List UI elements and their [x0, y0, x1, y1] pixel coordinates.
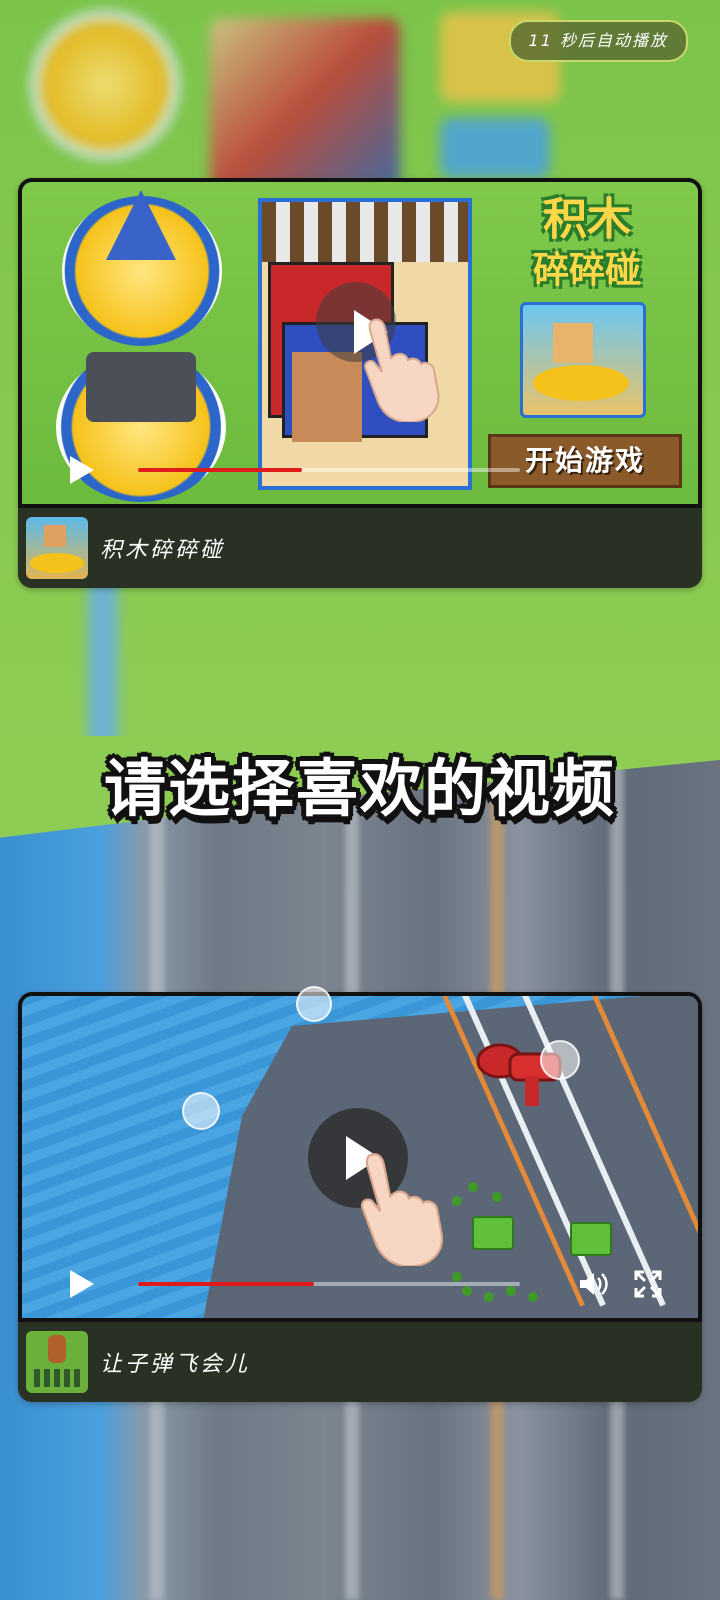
tap-hand-icon — [364, 318, 440, 422]
game-title: 让子弹飞会儿 — [100, 1352, 251, 1377]
page-title: 请选择喜欢的视频 — [103, 752, 616, 825]
app-icon-art — [520, 302, 646, 418]
bg-blur-wizard — [30, 10, 180, 160]
progress-bar[interactable] — [138, 1282, 520, 1286]
video-card-1[interactable]: 积木 碎碎碰 开始游戏 积木碎碎碰 — [18, 178, 702, 588]
play-icon[interactable] — [70, 1270, 94, 1298]
progress-fill — [138, 1282, 314, 1286]
game-thumbnail — [26, 517, 88, 579]
video-player-1[interactable]: 积木 碎碎碰 开始游戏 — [18, 178, 702, 508]
knight-figure — [86, 352, 196, 422]
video-info-bar[interactable]: 积木碎碎碰 — [18, 508, 702, 588]
floating-bubble — [296, 986, 332, 1022]
video-info-bar[interactable]: 让子弹飞会儿 — [18, 1322, 702, 1402]
game-logo-line: 积木 — [543, 194, 631, 245]
play-icon[interactable] — [70, 456, 94, 484]
video-card-2[interactable]: 让子弹飞会儿 — [18, 992, 702, 1402]
game-logo-line: 碎碎碰 — [532, 250, 641, 291]
player-controls — [22, 1238, 698, 1318]
game-thumbnail — [26, 1331, 88, 1393]
bg-blur-icon — [440, 118, 550, 178]
fullscreen-icon[interactable] — [634, 1270, 662, 1298]
soldier-art — [492, 1192, 502, 1202]
autoplay-countdown: 11 秒后自动播放 — [508, 20, 688, 62]
progress-bar[interactable] — [138, 468, 520, 472]
floating-bubble — [182, 1092, 220, 1130]
bg-blur-phone — [210, 18, 400, 188]
player-controls — [22, 424, 698, 504]
game-logo-text: 积木 碎碎碰 — [512, 196, 662, 295]
video-player-2[interactable] — [18, 992, 702, 1322]
progress-fill — [138, 468, 303, 472]
volume-icon[interactable] — [578, 1270, 608, 1298]
game-title: 积木碎碎碰 — [100, 538, 226, 563]
floating-bubble — [540, 1040, 580, 1080]
